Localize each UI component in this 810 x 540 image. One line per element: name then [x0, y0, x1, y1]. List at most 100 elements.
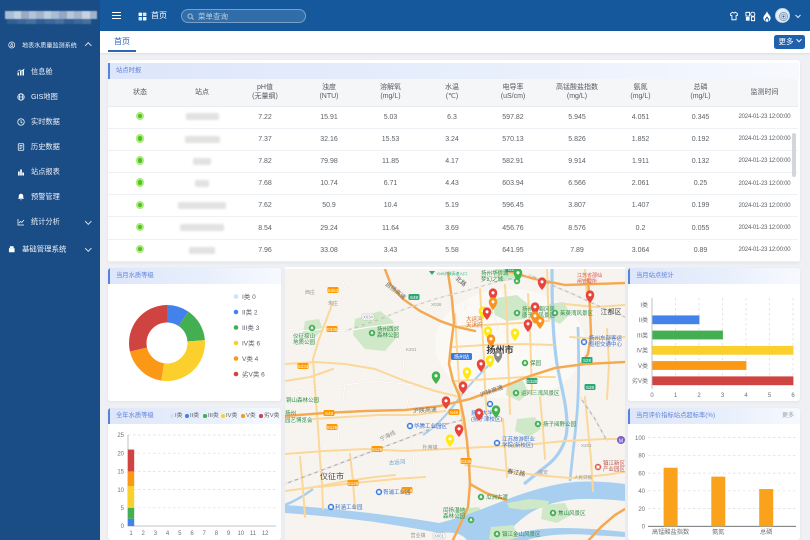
svg-text:3: 3 [721, 393, 725, 399]
svg-text:扬州站: 扬州站 [454, 353, 469, 360]
svg-text:大运河: 大运河 [466, 315, 483, 323]
svg-text:产业园区: 产业园区 [603, 465, 625, 473]
svg-text:20: 20 [117, 451, 124, 457]
svg-text:II类 2: II类 2 [242, 308, 258, 317]
svg-text:5: 5 [768, 393, 772, 399]
svg-text:0: 0 [650, 393, 654, 399]
svg-text:保园: 保园 [530, 359, 542, 367]
svg-text:V类: V类 [638, 362, 648, 370]
svg-text:G345: G345 [460, 459, 472, 464]
svg-text:S28: S28 [583, 358, 592, 363]
svg-text:I类 0: I类 0 [242, 292, 256, 301]
svg-text:华腾工业园区: 华腾工业园区 [414, 422, 448, 430]
svg-text:S335: S335 [327, 327, 338, 332]
svg-text:1: 1 [129, 531, 133, 537]
svg-text:运河三湾风景区: 运河三湾风景区 [521, 389, 560, 397]
svg-text:G328: G328 [526, 379, 538, 384]
svg-text:K201: K201 [406, 347, 417, 352]
svg-text:S125: S125 [372, 447, 383, 452]
svg-text:3: 3 [154, 531, 158, 537]
svg-text:人民日报: 人民日报 [574, 474, 592, 481]
svg-text:总磷: 总磷 [760, 528, 772, 536]
svg-text:M: M [619, 439, 623, 445]
svg-text:闰扬湿地: 闰扬湿地 [443, 506, 466, 514]
svg-text:6: 6 [791, 393, 795, 399]
svg-text:地质公园: 地质公园 [293, 338, 316, 346]
svg-text:8: 8 [215, 531, 219, 537]
svg-text:朱庄: 朱庄 [328, 300, 338, 307]
svg-text:X202: X202 [581, 443, 592, 448]
svg-text:氨氮: 氨氮 [712, 528, 724, 536]
svg-text:5: 5 [121, 506, 125, 512]
svg-text:IV类 6: IV类 6 [242, 339, 260, 348]
svg-text:III类 3: III类 3 [242, 323, 260, 332]
svg-text:梦幻之城: 梦幻之城 [481, 275, 504, 283]
svg-text:S48: S48 [450, 410, 459, 415]
svg-text:III类: III类 [637, 331, 648, 339]
svg-text:扬州东部客运: 扬州东部客运 [589, 334, 623, 342]
svg-text:槐安: 槐安 [538, 469, 548, 476]
svg-text:焦山风景区: 焦山风景区 [558, 509, 586, 517]
svg-text:1: 1 [674, 393, 678, 399]
svg-text:4: 4 [166, 531, 170, 537]
svg-text:40: 40 [638, 489, 645, 495]
svg-text:学院(新校区): 学院(新校区) [502, 441, 533, 449]
svg-text:4: 4 [744, 393, 748, 399]
svg-text:V类 4: V类 4 [242, 354, 259, 363]
svg-text:闸管理所: 闸管理所 [577, 278, 597, 285]
svg-text:瓜洲古渡: 瓜洲古渡 [486, 493, 509, 501]
svg-text:11: 11 [250, 531, 257, 537]
svg-text:扬子阅野公园: 扬子阅野公园 [543, 420, 577, 428]
svg-text:2: 2 [142, 531, 146, 537]
svg-text:0: 0 [121, 524, 125, 530]
svg-text:6: 6 [190, 531, 194, 537]
svg-text:茱萸湾风景区: 茱萸湾风景区 [560, 309, 594, 317]
svg-text:西庄: 西庄 [305, 289, 315, 296]
svg-text:12: 12 [262, 531, 269, 537]
svg-text:营业镇: 营业镇 [410, 532, 425, 539]
svg-text:5: 5 [178, 531, 182, 537]
svg-text:劣V类: 劣V类 [632, 377, 648, 385]
svg-text:X001: X001 [434, 534, 444, 539]
svg-text:7: 7 [203, 531, 207, 537]
svg-text:100: 100 [635, 436, 646, 442]
svg-text:60: 60 [638, 471, 645, 477]
svg-text:江苏旅游职业: 江苏旅游职业 [502, 435, 536, 443]
svg-text:9: 9 [227, 531, 231, 537]
svg-text:朴席镇: 朴席镇 [422, 444, 437, 451]
svg-text:S125: S125 [348, 481, 359, 486]
svg-text:江都区: 江都区 [601, 308, 622, 316]
svg-text:10: 10 [117, 488, 124, 494]
svg-text:2: 2 [697, 393, 701, 399]
svg-text:劣V类 6: 劣V类 6 [242, 370, 265, 379]
svg-text:15: 15 [117, 470, 124, 476]
svg-text:X036: X036 [431, 302, 442, 307]
svg-text:S49: S49 [410, 295, 419, 300]
svg-text:IV类: IV类 [636, 347, 648, 355]
svg-text:S28: S28 [586, 385, 595, 390]
svg-text:G2: G2 [508, 269, 515, 272]
svg-text:江苏省邵仙: 江苏省邵仙 [577, 272, 602, 279]
svg-text:X034: X034 [363, 315, 373, 320]
svg-text:镇江新区: 镇江新区 [603, 459, 625, 467]
svg-text:仪征市: 仪征市 [320, 471, 344, 481]
svg-text:仪征捺山: 仪征捺山 [293, 332, 315, 340]
svg-text:II类: II类 [639, 316, 648, 324]
svg-text:高锰酸盐指数: 高锰酸盐指数 [652, 528, 690, 536]
svg-text:枢纽交通中心: 枢纽交通中心 [589, 340, 623, 348]
svg-text:S353: S353 [328, 288, 339, 293]
svg-text:0: 0 [642, 525, 646, 531]
svg-text:S48: S48 [325, 411, 334, 416]
svg-text:森林公园: 森林公园 [443, 512, 466, 520]
svg-text:S125: S125 [327, 425, 338, 430]
svg-text:G40沪陕高速入口: G40沪陕高速入口 [437, 271, 467, 276]
svg-text:25: 25 [117, 433, 124, 439]
svg-text:扬州: 扬州 [285, 409, 296, 417]
svg-text:扬州华侨城: 扬州华侨城 [481, 269, 509, 277]
svg-text:80: 80 [638, 454, 645, 460]
svg-text:I类: I类 [640, 301, 648, 309]
svg-text:扬州西郊: 扬州西郊 [377, 325, 400, 333]
svg-text:10: 10 [237, 531, 244, 537]
svg-text:S333: S333 [298, 364, 309, 369]
svg-text:铜山森林公园: 铜山森林公园 [286, 396, 320, 404]
